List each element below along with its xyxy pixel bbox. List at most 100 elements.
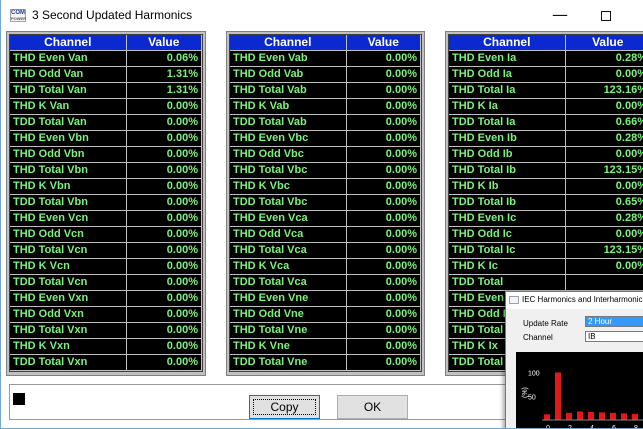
- table-row[interactable]: THD Total Van 1.31%: [10, 82, 202, 99]
- table-row[interactable]: THD Even Ia0.28%: [449, 50, 643, 67]
- table-row[interactable]: THD Total Vab 0.00%: [230, 82, 421, 99]
- harmonics-grid-ll[interactable]: Channel Value THD Even Vab 0.00% THD Odd V…: [229, 34, 422, 372]
- channel-cell: THD Total Vab: [230, 82, 347, 99]
- table-row[interactable]: THD Total Vca 0.00%: [230, 242, 421, 259]
- column-header-value[interactable]: Value: [565, 35, 643, 51]
- value-cell: 0.00%: [346, 354, 421, 371]
- value-cell: 0.00%: [126, 114, 202, 131]
- table-row[interactable]: THD K Vbc 0.00%: [230, 178, 421, 195]
- table-row[interactable]: THD Odd Vxn 0.00%: [10, 306, 202, 323]
- value-cell: 0.00%: [126, 194, 202, 211]
- table-row[interactable]: THD Even Vcn 0.00%: [10, 210, 202, 227]
- table-row[interactable]: THD Odd Ia0.00%: [449, 66, 643, 83]
- table-row[interactable]: THD Odd Ic0.00%: [449, 226, 643, 243]
- value-cell: 0.00%: [346, 50, 421, 67]
- table-row[interactable]: THD Odd Ib0.00%: [449, 146, 643, 163]
- table-row[interactable]: THD K Van 0.00%: [10, 98, 202, 115]
- table-row[interactable]: TDD Total: [449, 274, 643, 291]
- close-button[interactable]: ✕: [629, 0, 643, 30]
- table-row[interactable]: THD K Ic0.00%: [449, 258, 643, 275]
- table-row[interactable]: TDD Total Vcn 0.00%: [10, 274, 202, 291]
- table-row[interactable]: TDD Total Vca 0.00%: [230, 274, 421, 291]
- table-row[interactable]: THD Even Vbn 0.00%: [10, 130, 202, 147]
- table-row[interactable]: THD Even Vxn 0.00%: [10, 290, 202, 307]
- harmonics-grid-ln[interactable]: Channel Value THD Even Van 0.06% THD Odd V…: [9, 34, 203, 372]
- column-header-channel[interactable]: Channel: [230, 35, 347, 51]
- table-row[interactable]: THD Odd Vbc 0.00%: [230, 146, 421, 163]
- table-row[interactable]: THD Even Vab 0.00%: [230, 50, 421, 67]
- table-row[interactable]: THD K Vca 0.00%: [230, 258, 421, 275]
- chart-bar: [632, 413, 638, 420]
- channel-cell: THD K Vab: [230, 98, 347, 115]
- value-cell: 0.00%: [346, 66, 421, 83]
- channel-cell: TDD Total Vne: [230, 354, 347, 371]
- iec-harmonics-window[interactable]: IEC Harmonics and Interharmonics Update …: [505, 291, 643, 428]
- y-tick-label: 100: [528, 371, 540, 378]
- table-row[interactable]: THD K Vab 0.00%: [230, 98, 421, 115]
- table-row[interactable]: TDD Total Van 0.00%: [10, 114, 202, 131]
- ok-button-label: OK: [363, 400, 382, 414]
- value-cell: 123.15%: [565, 242, 643, 259]
- table-row[interactable]: THD Odd Vca 0.00%: [230, 226, 421, 243]
- table-row[interactable]: THD K Vbn 0.00%: [10, 178, 202, 195]
- update-rate-select[interactable]: 2 Hour: [585, 316, 643, 327]
- value-cell: 0.00%: [565, 66, 643, 83]
- table-row[interactable]: THD Odd Vne 0.00%: [230, 306, 421, 323]
- channel-field[interactable]: IB: [585, 331, 643, 342]
- maximize-button[interactable]: [583, 0, 629, 30]
- value-cell: 1.31%: [126, 66, 202, 83]
- table-row[interactable]: TDD Total Vne 0.00%: [230, 354, 421, 371]
- table-row[interactable]: THD Total Vbn 0.00%: [10, 162, 202, 179]
- table-row[interactable]: THD Even Ic0.28%: [449, 210, 643, 227]
- title-bar[interactable]: COMPOWER 3 Second Updated Harmonics — ✕: [1, 0, 643, 30]
- channel-cell: THD Total Vbn: [10, 162, 127, 179]
- channel-cell: THD K Vca: [230, 258, 347, 275]
- column-header-channel[interactable]: Channel: [10, 35, 127, 51]
- table-row[interactable]: THD Even Vca 0.00%: [230, 210, 421, 227]
- table-row[interactable]: THD Even Van 0.06%: [10, 50, 202, 67]
- table-row[interactable]: THD Total Vne 0.00%: [230, 322, 421, 339]
- table-row[interactable]: THD K Vcn 0.00%: [10, 258, 202, 275]
- table-row[interactable]: THD Total Vbc 0.00%: [230, 162, 421, 179]
- channel-cell: THD Odd Vab: [230, 66, 347, 83]
- table-row[interactable]: TDD Total Vbc 0.00%: [230, 194, 421, 211]
- table-row[interactable]: TDD Total Ib0.65%: [449, 194, 643, 211]
- table-row[interactable]: THD K Ia0.00%: [449, 98, 643, 115]
- value-cell: 0.00%: [346, 258, 421, 275]
- value-cell: 0.00%: [565, 146, 643, 163]
- table-row[interactable]: THD K Ib0.00%: [449, 178, 643, 195]
- table-row[interactable]: THD K Vxn 0.00%: [10, 338, 202, 355]
- channel-cell: THD K Vxn: [10, 338, 127, 355]
- column-header-value[interactable]: Value: [126, 35, 202, 51]
- copy-button[interactable]: Copy: [249, 395, 320, 419]
- overlay-title-bar[interactable]: IEC Harmonics and Interharmonics: [506, 292, 643, 309]
- column-header-value[interactable]: Value: [346, 35, 421, 51]
- table-row[interactable]: THD Total Ib 123.15%: [449, 162, 643, 179]
- table-row[interactable]: THD Even Vbc 0.00%: [230, 130, 421, 147]
- channel-cell: THD Even Ic: [449, 210, 566, 227]
- table-row[interactable]: THD Odd Vcn 0.00%: [10, 226, 202, 243]
- minimize-button[interactable]: —: [537, 0, 583, 30]
- table-row[interactable]: THD Odd Vab 0.00%: [230, 66, 421, 83]
- table-row[interactable]: THD Even Ib0.28%: [449, 130, 643, 147]
- table-row[interactable]: TDD Total Vab 0.00%: [230, 114, 421, 131]
- table-row[interactable]: THD Total Vcn 0.00%: [10, 242, 202, 259]
- table-row[interactable]: THD K Vne 0.00%: [230, 338, 421, 355]
- channel-cell: THD Odd Ic: [449, 226, 566, 243]
- column-header-channel[interactable]: Channel: [449, 35, 566, 51]
- channel-cell: THD Odd Ia: [449, 66, 566, 83]
- table-row[interactable]: THD Total Ic 123.15%: [449, 242, 643, 259]
- table-row[interactable]: THD Total Vxn 0.00%: [10, 322, 202, 339]
- channel-cell: TDD Total Vcn: [10, 274, 127, 291]
- table-row[interactable]: TDD Total Vbn 0.00%: [10, 194, 202, 211]
- table-header-row: Channel Value: [449, 35, 643, 51]
- channel-cell: THD K Ic: [449, 258, 566, 275]
- table-row[interactable]: THD Odd Vbn 0.00%: [10, 146, 202, 163]
- table-row[interactable]: THD Odd Van 1.31%: [10, 66, 202, 83]
- table-row[interactable]: TDD Total Vxn 0.00%: [10, 354, 202, 371]
- table-row[interactable]: THD Total Ia 123.16%: [449, 82, 643, 99]
- ok-button[interactable]: OK: [337, 395, 408, 419]
- table-row[interactable]: THD Even Vne 0.00%: [230, 290, 421, 307]
- table-row[interactable]: TDD Total Ia0.66%: [449, 114, 643, 131]
- harmonics-table: Channel Value THD Even Vab 0.00% THD Odd V…: [230, 35, 421, 371]
